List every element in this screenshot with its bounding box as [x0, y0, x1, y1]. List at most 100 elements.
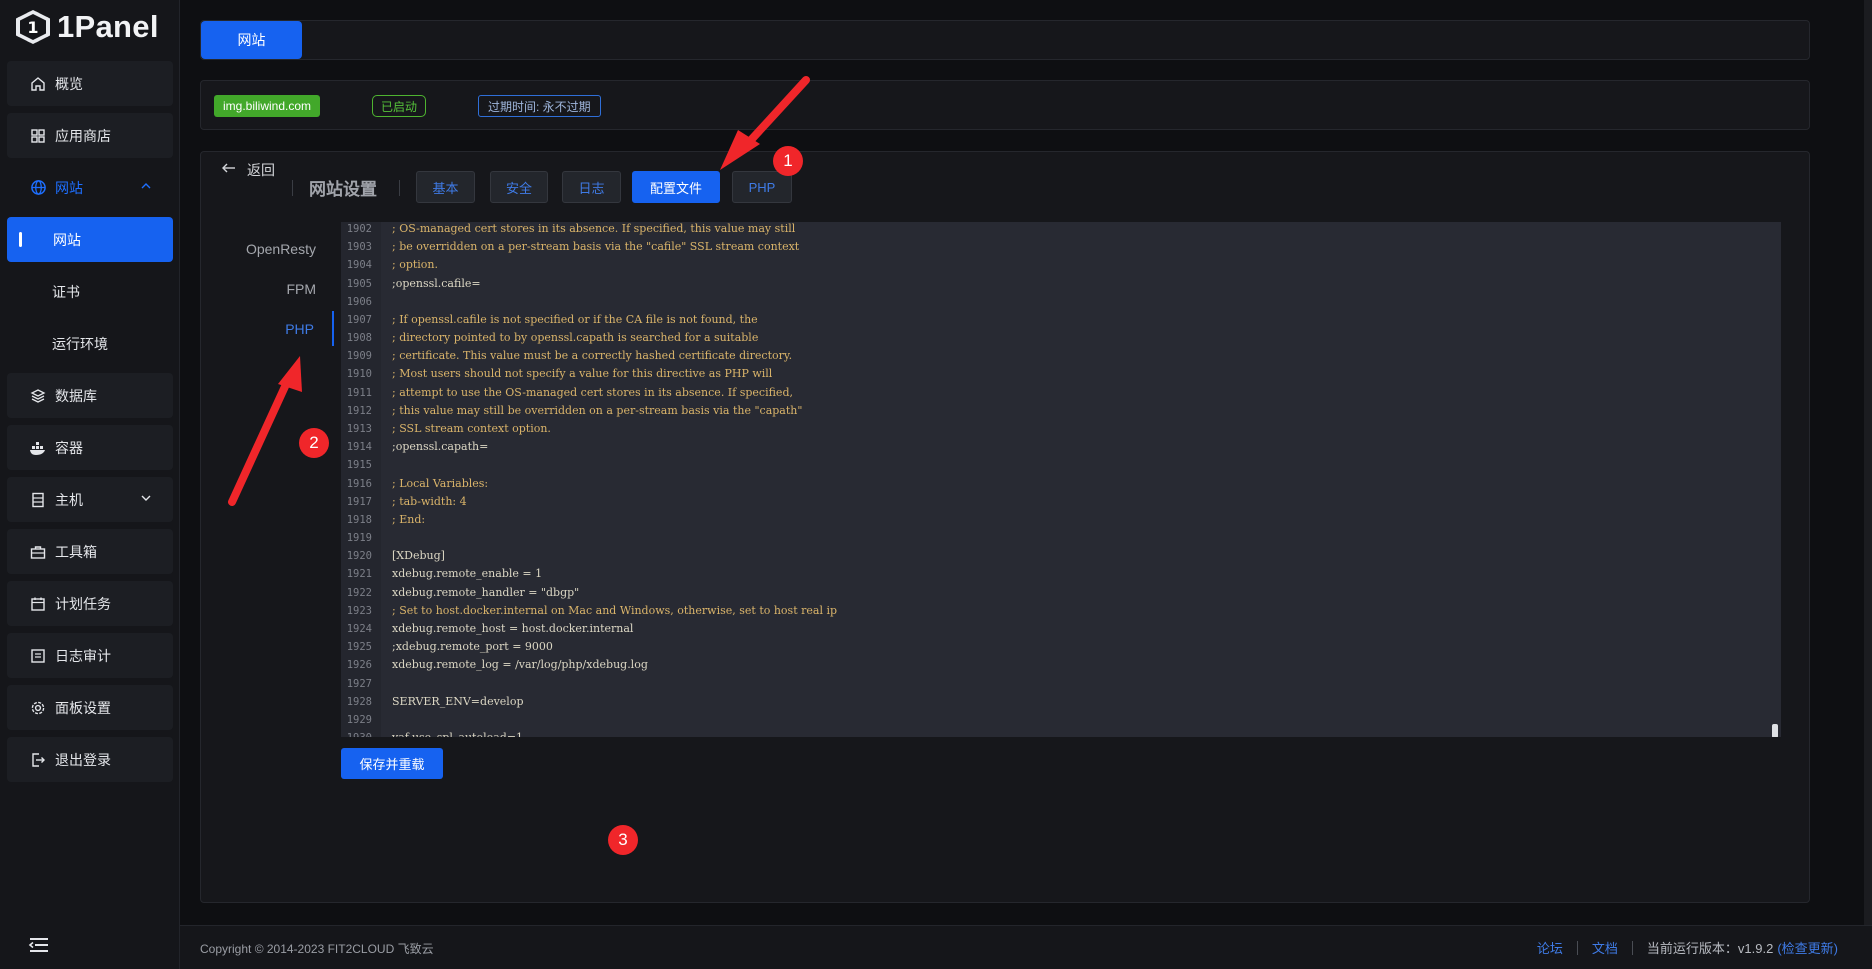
- home-icon: [29, 75, 47, 93]
- line-text: ;openssl.capath=: [392, 440, 489, 454]
- line-number: 1908: [346, 332, 372, 345]
- line-number: 1921: [346, 568, 372, 581]
- tab-log[interactable]: 日志: [562, 171, 621, 203]
- sidebar-item-cron[interactable]: 计划任务: [7, 581, 173, 626]
- code-line: 1917 ; tab-width: 4: [341, 493, 1781, 511]
- save-reload-button[interactable]: 保存并重载: [341, 748, 443, 779]
- sidebar-item-label: 计划任务: [55, 595, 111, 612]
- annotation-badge-3: 3: [608, 825, 638, 855]
- line-number: 1922: [346, 586, 372, 599]
- code-line: 1905 ;openssl.cafile=: [341, 275, 1781, 293]
- line-number: 1925: [346, 641, 372, 654]
- forum-link[interactable]: 论坛: [1537, 938, 1563, 957]
- tab-config-file[interactable]: 配置文件: [632, 171, 720, 203]
- sidebar-item-label: 退出登录: [55, 751, 111, 768]
- code-line: 1919: [341, 529, 1781, 547]
- line-number: 1929: [346, 713, 372, 726]
- code-line: 1921 xdebug.remote_enable = 1: [341, 565, 1781, 583]
- tab-website[interactable]: 网站: [201, 21, 302, 59]
- code-line: 1927: [341, 675, 1781, 693]
- line-number: 1907: [346, 313, 372, 326]
- sidebar-item-host[interactable]: 主机: [7, 477, 173, 522]
- sidebar-item-runtime[interactable]: 运行环境: [7, 321, 173, 366]
- line-text: xdebug.remote_handler = "dbgp": [392, 585, 580, 599]
- code-line: 1925 ;xdebug.remote_port = 9000: [341, 638, 1781, 656]
- divider: [1576, 940, 1578, 955]
- layers-icon: [29, 387, 47, 405]
- docs-link[interactable]: 文档: [1592, 938, 1618, 957]
- editor-scrollbar[interactable]: [1772, 724, 1778, 737]
- line-text: ; Local Variables:: [392, 476, 489, 490]
- line-text: ; SSL stream context option.: [392, 421, 551, 435]
- gear-icon: [29, 699, 47, 717]
- code-line: 1922 xdebug.remote_handler = "dbgp": [341, 584, 1781, 602]
- footer: Copyright © 2014-2023 FIT2CLOUD 飞致云 论坛 文…: [180, 925, 1872, 969]
- sidebar-item-label: 应用商店: [55, 127, 111, 144]
- log-icon: [29, 647, 47, 665]
- line-number: 1902: [346, 223, 372, 235]
- annotation-badge-1: 1: [773, 146, 803, 176]
- line-text: ; this value may still be overridden on …: [392, 403, 803, 417]
- panel-header: 网站设置 基本 安全 日志 配置文件 PHP: [201, 171, 1201, 203]
- sidebar-item-label: 主机: [55, 491, 83, 508]
- code-line: 1916 ; Local Variables:: [341, 475, 1781, 493]
- status-badge: 已启动: [372, 95, 427, 117]
- logo-text: 1Panel: [57, 9, 159, 44]
- code-editor[interactable]: 1902 ; OS-managed cert stores in its abse…: [341, 222, 1781, 737]
- code-line: 1914 ;openssl.capath=: [341, 438, 1781, 456]
- sidebar-item-website[interactable]: 网站: [7, 217, 173, 262]
- code-line: 1924 xdebug.remote_host = host.docker.int…: [341, 620, 1781, 638]
- sidebar-item-container[interactable]: 容器: [7, 425, 173, 470]
- code-line: 1913 ; SSL stream context option.: [341, 420, 1781, 438]
- sidebar-item-log-audit[interactable]: 日志审计: [7, 633, 173, 678]
- line-number: 1919: [346, 532, 372, 545]
- line-number: 1903: [346, 241, 372, 254]
- logo[interactable]: 1 1Panel: [0, 0, 179, 54]
- sidebar-item-database[interactable]: 数据库: [7, 373, 173, 418]
- menu-collapse-icon[interactable]: [28, 935, 50, 955]
- version-text: 当前运行版本：v1.9.2: [1646, 941, 1774, 956]
- line-text: SERVER_ENV=develop: [392, 694, 524, 708]
- line-text: ; End:: [392, 512, 426, 526]
- sidebar-item-label: 数据库: [55, 387, 97, 404]
- tab-basic[interactable]: 基本: [416, 171, 475, 203]
- sidebar-item-label: 面板设置: [55, 699, 111, 716]
- sidebar-item-app-store[interactable]: 应用商店: [7, 113, 173, 158]
- footer-links: 论坛 文档 当前运行版本：v1.9.2 (检查更新): [1537, 938, 1838, 957]
- line-number: 1918: [346, 513, 372, 526]
- sidebar-item-logout[interactable]: 退出登录: [7, 737, 173, 782]
- code-line: 1918 ; End:: [341, 511, 1781, 529]
- tab-php[interactable]: PHP: [732, 171, 792, 203]
- grid-icon: [29, 127, 47, 145]
- sidebar-item-website-group[interactable]: 网站: [7, 165, 173, 210]
- subnav-php[interactable]: PHP: [201, 311, 334, 346]
- sidebar-item-certificate[interactable]: 证书: [7, 269, 173, 314]
- page-scrollbar[interactable]: [1864, 0, 1872, 969]
- annotation-badge-2: 2: [299, 428, 329, 458]
- subnav-fpm[interactable]: FPM: [201, 271, 334, 306]
- copyright-text: Copyright © 2014-2023 FIT2CLOUD 飞致云: [200, 942, 434, 956]
- sidebar-item-toolbox[interactable]: 工具箱: [7, 529, 173, 574]
- line-number: 1914: [346, 441, 372, 454]
- line-text: ;openssl.cafile=: [392, 276, 481, 290]
- line-number: 1930: [341, 729, 372, 737]
- code-line: 1907 ; If openssl.cafile is not specified…: [341, 311, 1781, 329]
- subnav-openresty[interactable]: OpenResty: [201, 231, 334, 266]
- code-line: 1912 ; this value may still be overridden…: [341, 402, 1781, 420]
- line-text: ; certificate. This value must be a corr…: [392, 349, 793, 363]
- sidebar-item-settings[interactable]: 面板设置: [7, 685, 173, 730]
- divider: [1631, 940, 1633, 955]
- line-text: [XDebug]: [392, 549, 445, 563]
- tab-security[interactable]: 安全: [490, 171, 548, 203]
- sidebar-item-label: 日志审计: [55, 647, 111, 664]
- check-update-link[interactable]: (检查更新): [1777, 938, 1838, 957]
- sidebar-item-overview[interactable]: 概览: [7, 61, 173, 106]
- line-number: 1928: [346, 695, 372, 708]
- code-line: 1909 ; certificate. This value must be a …: [341, 347, 1781, 365]
- main-content: 网站 img.biliwind.com 已启动 过期时间: 永不过期 返回 网站…: [200, 20, 1810, 903]
- line-number: 1912: [346, 404, 372, 417]
- expire-badge: 过期时间: 永不过期: [478, 95, 601, 117]
- code-line: 1904 ; option.: [341, 256, 1781, 274]
- divider: [399, 180, 400, 196]
- code-line: 1910 ; Most users should not specify a va…: [341, 365, 1781, 383]
